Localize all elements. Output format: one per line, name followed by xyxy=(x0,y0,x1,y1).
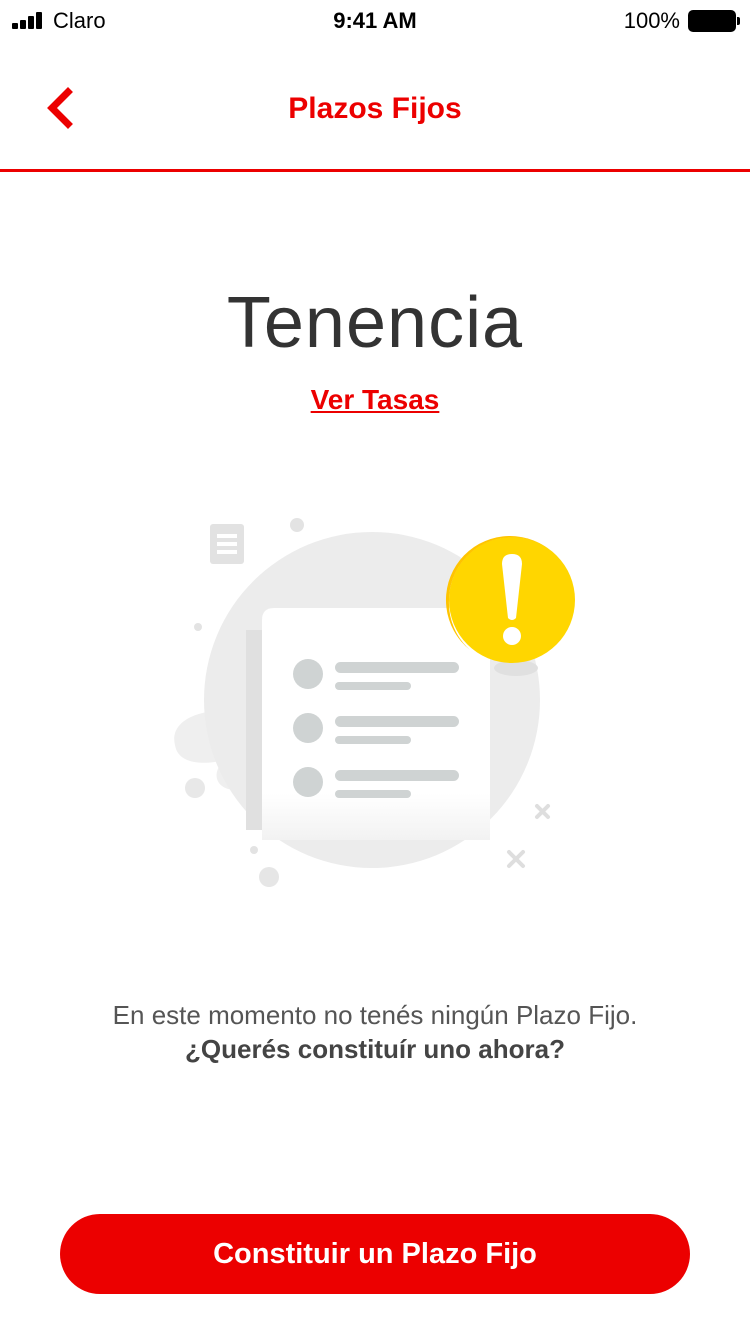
create-fixed-term-button[interactable]: Constituir un Plazo Fijo xyxy=(60,1214,690,1294)
cta-question: ¿Querés constituír uno ahora? xyxy=(185,1034,565,1064)
status-bar: Claro 9:41 AM 100% xyxy=(0,0,750,40)
nav-title: Plazos Fijos xyxy=(288,92,462,125)
battery-percent: 100% xyxy=(623,8,680,33)
view-rates-link[interactable]: Ver Tasas xyxy=(0,384,750,416)
navigation-bar: Plazos Fijos xyxy=(0,40,750,172)
empty-state-illustration xyxy=(170,510,590,900)
document-list-icon xyxy=(262,608,490,840)
battery-icon xyxy=(688,10,740,32)
close-icon xyxy=(507,804,550,868)
page-title: Tenencia xyxy=(226,283,524,363)
small-document-icon xyxy=(210,524,244,564)
empty-state-message: En este momento no tenés ningún Plazo Fi… xyxy=(112,1000,638,1030)
